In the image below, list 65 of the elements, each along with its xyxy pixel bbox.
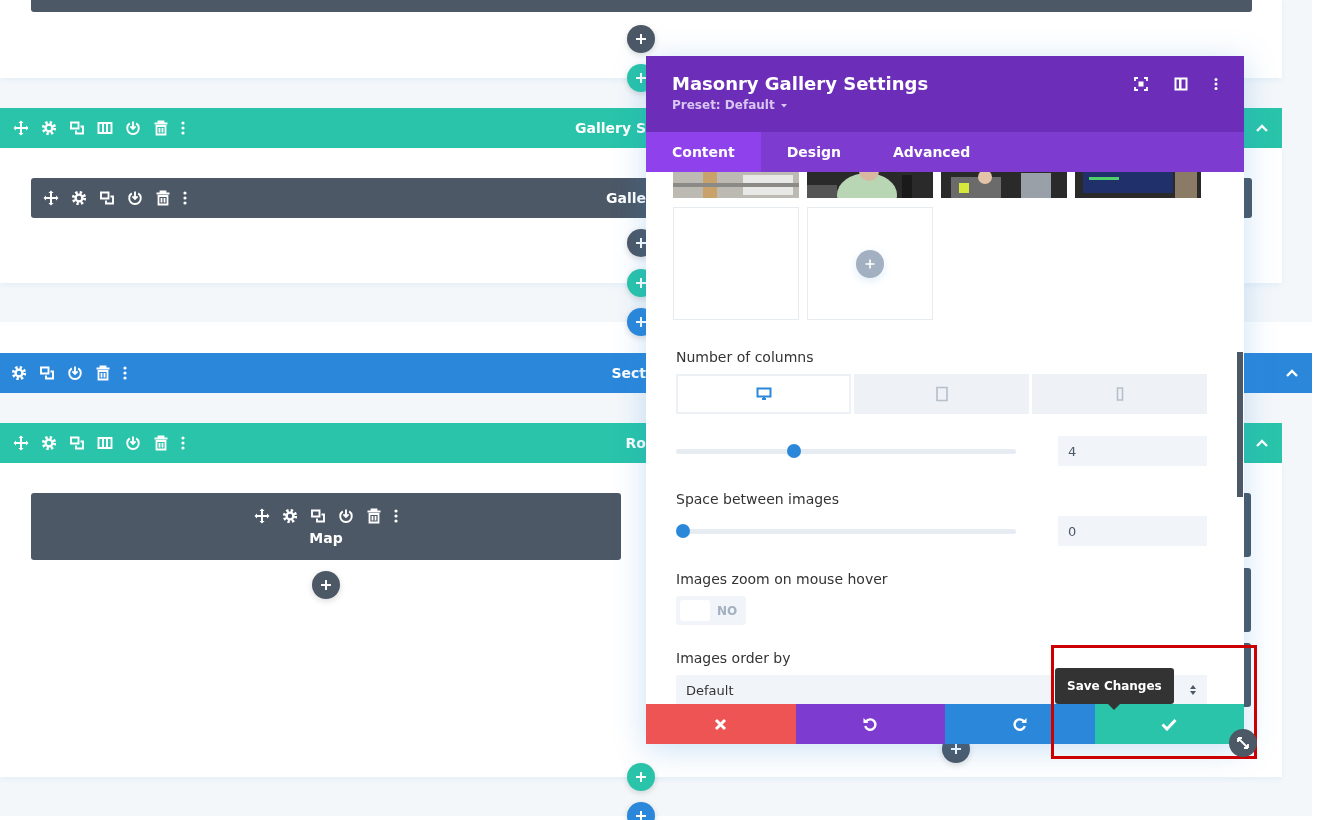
settings-icon[interactable]: [71, 190, 87, 206]
monitor-icon: [755, 386, 772, 402]
trash-icon[interactable]: [155, 190, 171, 206]
field-label: Images order by: [676, 649, 792, 667]
more-icon[interactable]: [123, 365, 127, 381]
columns-icon[interactable]: [97, 435, 113, 451]
settings-icon[interactable]: [282, 507, 298, 524]
row-title: Gallery S: [574, 120, 646, 136]
trash-icon[interactable]: [95, 365, 111, 381]
columns-icon[interactable]: [97, 120, 113, 136]
trash-icon[interactable]: [366, 507, 382, 524]
chevron-up-icon: [1255, 123, 1269, 133]
check-icon: [1161, 717, 1178, 731]
copy-icon[interactable]: [310, 507, 326, 524]
row-title: Ro: [625, 435, 646, 451]
plus-icon: [635, 810, 647, 820]
section-title: Sect: [611, 365, 646, 381]
more-icon[interactable]: [1214, 77, 1218, 91]
more-icon[interactable]: [183, 190, 187, 206]
up-down-icon: [1189, 684, 1197, 696]
plus-icon: [320, 579, 332, 591]
fullscreen-icon[interactable]: [1134, 77, 1148, 91]
modal-title: Masonry Gallery Settings: [672, 73, 929, 94]
save-button[interactable]: [1094, 704, 1244, 744]
close-icon: [714, 717, 728, 731]
copy-icon[interactable]: [39, 365, 55, 381]
tab[interactable]: Content: [646, 132, 761, 172]
power-icon[interactable]: [127, 190, 143, 206]
tablet-icon: [933, 386, 950, 402]
chevron-up-icon: [1255, 438, 1269, 448]
power-icon[interactable]: [338, 507, 354, 524]
plus-icon: [635, 33, 647, 45]
add-button[interactable]: [627, 25, 655, 53]
scrollbar[interactable]: [1237, 352, 1243, 497]
copy-icon[interactable]: [99, 190, 115, 206]
tab[interactable]: Design: [760, 132, 867, 172]
split-view-icon[interactable]: [1174, 77, 1188, 91]
tooltip: Save Changes: [1055, 668, 1174, 710]
field-label: Number of columns: [676, 348, 815, 366]
field-label: Space between images: [676, 490, 840, 508]
add-image-button[interactable]: [856, 249, 884, 278]
slider-handle[interactable]: [676, 523, 690, 538]
number-field[interactable]: 4: [1058, 436, 1207, 466]
tab[interactable]: Advanced: [866, 132, 997, 172]
pointer-icon: [1107, 703, 1122, 710]
chevron-up-icon: [1285, 368, 1299, 378]
redo-icon: [1011, 716, 1028, 732]
undo-icon: [862, 716, 879, 732]
field-label: Images zoom on mouse hover: [676, 570, 889, 588]
add-button[interactable]: [312, 571, 340, 599]
resize-icon: [1236, 736, 1250, 750]
power-icon[interactable]: [67, 365, 83, 381]
move-icon[interactable]: [43, 190, 59, 206]
more-icon[interactable]: [394, 507, 398, 524]
slider-handle[interactable]: [786, 443, 801, 458]
move-icon[interactable]: [254, 507, 270, 524]
plus-icon: [865, 258, 875, 269]
module-title: Map: [309, 529, 343, 546]
number-field[interactable]: 0: [1058, 516, 1207, 546]
settings-icon[interactable]: [11, 365, 27, 381]
plus-icon: [950, 743, 962, 755]
plus-icon: [635, 72, 647, 84]
preset-dropdown[interactable]: Preset: Default: [672, 98, 788, 112]
module-title: Galle: [605, 190, 646, 206]
plus-icon: [635, 771, 647, 783]
